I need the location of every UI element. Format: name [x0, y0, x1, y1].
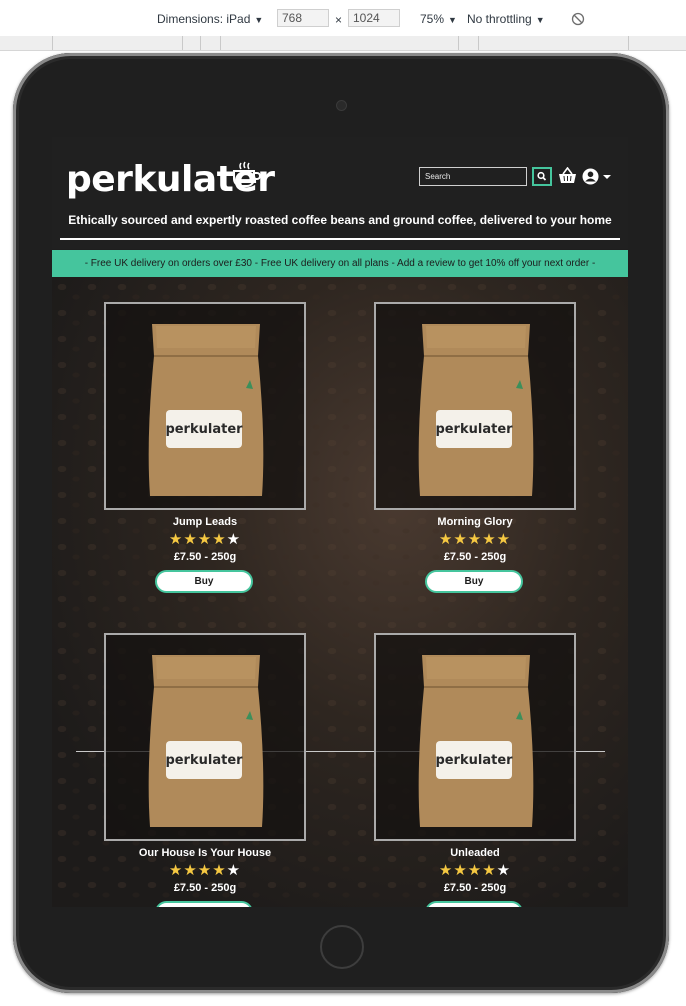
chevron-down-icon: ▼ — [535, 15, 545, 25]
star-filled-icon: ★ — [197, 862, 213, 879]
coffee-bag-image: perkulater — [418, 655, 534, 827]
coffee-bag-image: perkulater — [418, 324, 534, 496]
star-empty-icon: ★ — [226, 862, 242, 879]
account-icon[interactable] — [582, 168, 599, 185]
star-filled-icon: ★ — [168, 862, 184, 879]
buy-button[interactable]: Buy — [425, 570, 523, 593]
product-name[interactable]: Morning Glory — [374, 516, 576, 528]
bag-label: perkulater — [435, 422, 513, 437]
rating-stars: ★★★★★ — [374, 532, 576, 548]
product-name[interactable]: Jump Leads — [104, 516, 306, 528]
chevron-down-icon: ▼ — [254, 15, 264, 25]
times-sign: × — [335, 13, 343, 27]
star-filled-icon: ★ — [183, 862, 198, 879]
bag-label: perkulater — [435, 753, 513, 768]
product-price: £7.50 - 250g — [443, 882, 507, 894]
bag-label: perkulater — [165, 753, 243, 768]
delivery-banner: - Free UK delivery on orders over £30 - … — [52, 250, 628, 277]
tagline: Ethically sourced and expertly roasted c… — [68, 213, 612, 227]
buy-button[interactable]: Buy — [155, 901, 253, 907]
zoom-select[interactable]: 75% ▼ — [420, 11, 457, 28]
camera — [336, 100, 347, 111]
product-price: £7.50 - 250g — [173, 551, 237, 563]
star-filled-icon: ★ — [453, 531, 468, 548]
buy-button[interactable]: Buy — [425, 901, 523, 907]
bag-label: perkulater — [165, 422, 243, 437]
search-button[interactable] — [532, 167, 552, 186]
media-query-ruler — [0, 36, 686, 51]
star-filled-icon: ★ — [467, 862, 483, 879]
rating-stars: ★★★★★ — [374, 863, 576, 879]
coffee-bag-image: perkulater — [148, 655, 264, 827]
product-image[interactable]: perkulater — [374, 633, 576, 841]
rating-stars: ★★★★★ — [104, 863, 306, 879]
star-filled-icon: ★ — [496, 531, 512, 548]
star-filled-icon: ★ — [212, 862, 227, 879]
star-filled-icon: ★ — [438, 531, 454, 548]
product-image[interactable]: perkulater — [104, 633, 306, 841]
basket-icon[interactable] — [558, 167, 577, 185]
header-divider — [60, 238, 620, 240]
buy-button[interactable]: Buy — [155, 570, 253, 593]
width-input[interactable] — [277, 9, 329, 27]
dimensions-select[interactable]: Dimensions: iPad ▼ — [157, 11, 263, 28]
height-input[interactable] — [348, 9, 400, 27]
product-name[interactable]: Our House Is Your House — [104, 847, 306, 859]
product-grid: perkulater Jump Leads ★★★★★ £7.50 - 250g… — [52, 277, 628, 907]
coffee-bag-image: perkulater — [148, 324, 264, 496]
star-filled-icon: ★ — [467, 531, 483, 548]
home-button[interactable] — [320, 925, 364, 969]
chevron-down-icon[interactable] — [603, 175, 611, 179]
no-throttle-icon[interactable] — [571, 12, 585, 26]
star-filled-icon: ★ — [168, 531, 184, 548]
throttling-label: No throttling — [467, 12, 532, 26]
product-image[interactable]: perkulater — [104, 302, 306, 510]
product-image[interactable]: perkulater — [374, 302, 576, 510]
product-name[interactable]: Unleaded — [374, 847, 576, 859]
star-filled-icon: ★ — [482, 862, 497, 879]
product-price: £7.50 - 250g — [443, 551, 507, 563]
star-filled-icon: ★ — [197, 531, 213, 548]
star-filled-icon: ★ — [183, 531, 198, 548]
chevron-down-icon: ▼ — [448, 15, 457, 25]
star-empty-icon: ★ — [496, 862, 512, 879]
star-filled-icon: ★ — [453, 862, 468, 879]
dimensions-label: Dimensions: iPad — [157, 12, 251, 26]
device-screen: perkulater Ethically sourced and expe — [52, 137, 628, 907]
rating-stars: ★★★★★ — [104, 532, 306, 548]
search-icon — [537, 171, 547, 181]
devtools-toolbar: Dimensions: iPad▼ × 75%▼ No throttling▼ — [0, 0, 686, 39]
zoom-label: 75% — [420, 12, 445, 26]
coffee-cup-icon — [233, 161, 261, 187]
product-price: £7.50 - 250g — [173, 882, 237, 894]
search-input[interactable] — [419, 167, 527, 186]
throttling-select[interactable]: No throttling ▼ — [467, 11, 545, 28]
star-empty-icon: ★ — [226, 531, 242, 548]
star-filled-icon: ★ — [212, 531, 227, 548]
star-filled-icon: ★ — [438, 862, 454, 879]
site-header: perkulater Ethically sourced and expe — [52, 137, 628, 249]
star-filled-icon: ★ — [482, 531, 497, 548]
